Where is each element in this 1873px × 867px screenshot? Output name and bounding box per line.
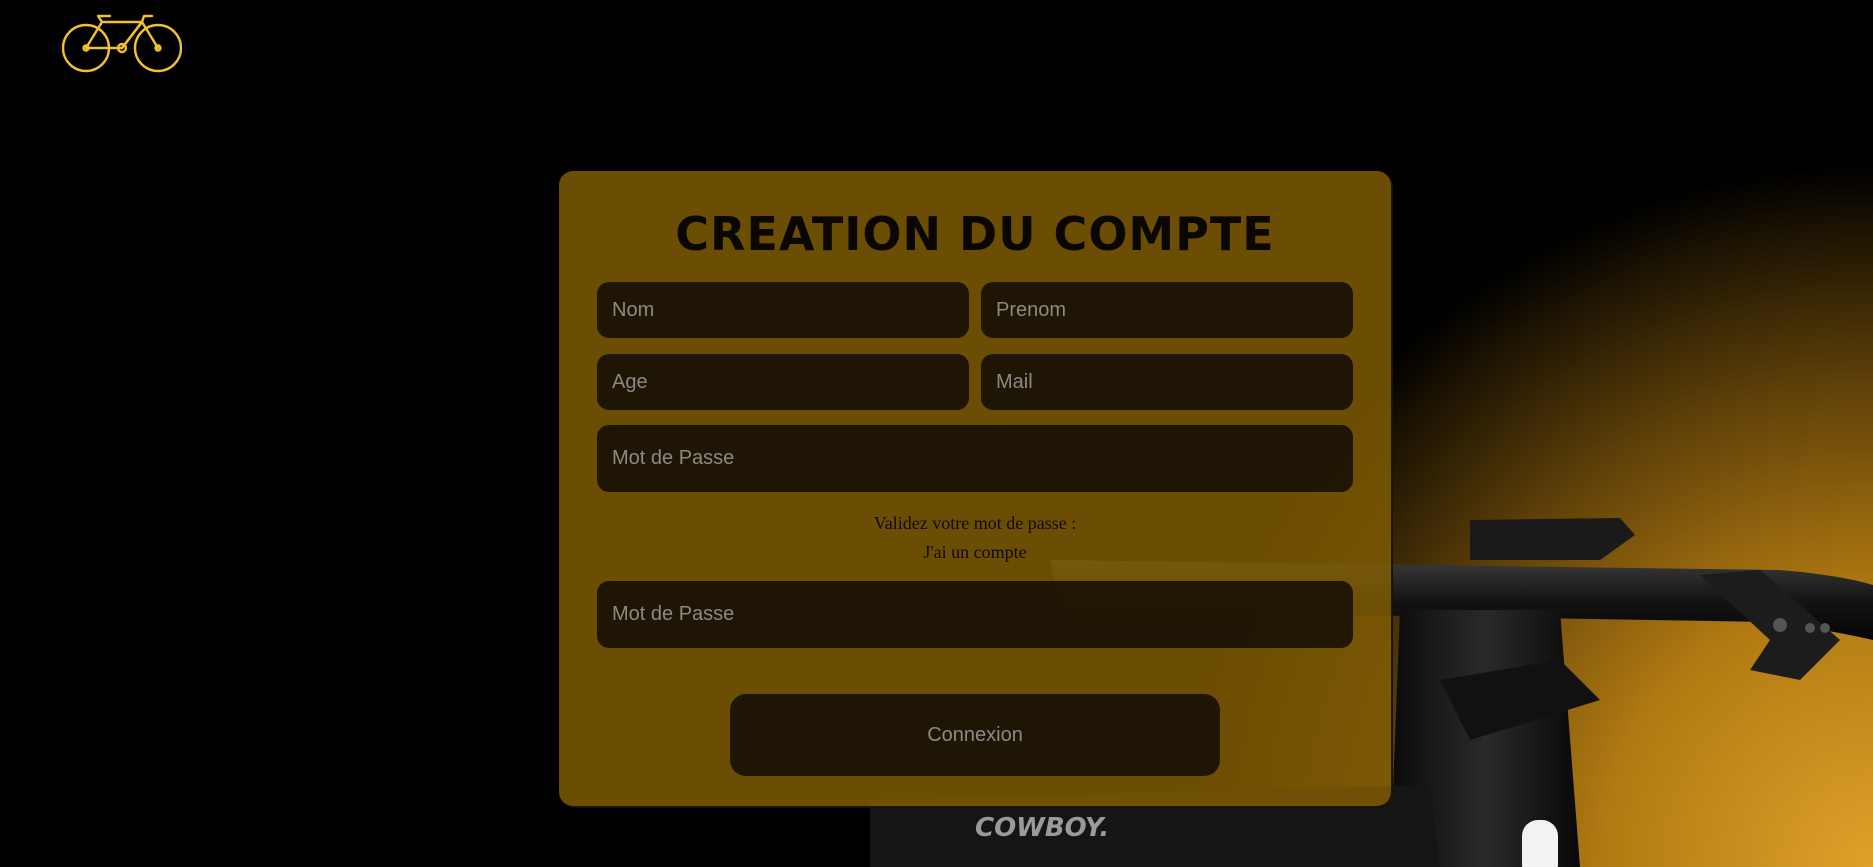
connexion-button[interactable]: Connexion (730, 694, 1220, 776)
age-input[interactable] (597, 354, 969, 410)
prenom-input[interactable] (981, 282, 1353, 338)
bicycle-icon[interactable] (62, 14, 182, 74)
brand-wordmark: COWBOY. (975, 813, 1109, 843)
confirm-password-input[interactable] (597, 581, 1353, 648)
validate-password-label: Validez votre mot de passe : (873, 513, 1077, 533)
page-background: COWBOY. CREATION DU COMPTE Validez votre… (0, 0, 1873, 867)
form-title: CREATION DU COMPTE (675, 207, 1275, 261)
have-account-link[interactable]: J'ai un compte (559, 542, 1391, 563)
signup-card: CREATION DU COMPTE Validez votre mot de … (559, 171, 1391, 806)
mail-input[interactable] (981, 354, 1353, 410)
password-input[interactable] (597, 425, 1353, 492)
nom-input[interactable] (597, 282, 969, 338)
